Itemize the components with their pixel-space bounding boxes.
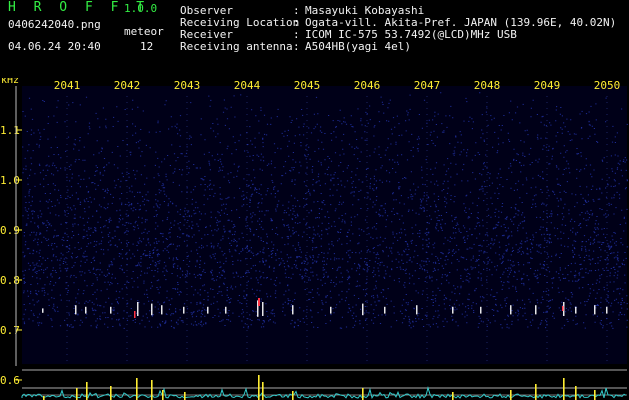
meteor-echo [225, 306, 227, 314]
meteor-count: 12 [140, 40, 154, 53]
level-bar [258, 375, 260, 400]
meteor-echo [151, 303, 153, 316]
x-tick-label: 2046 [354, 79, 381, 92]
level-bar [594, 390, 596, 400]
y-tick-label: 0.6 [0, 374, 20, 387]
meteor-echo [510, 305, 512, 315]
meteor-echo [452, 306, 454, 314]
level-bar [43, 396, 45, 400]
strong-echo [562, 306, 564, 311]
level-bar [535, 384, 537, 400]
x-tick-label: 2042 [114, 79, 141, 92]
spectrogram-chart: 2041 2042 2043 2044 2045 2046 2047 2048 2049 2050… [0, 78, 629, 400]
level-bar [136, 378, 138, 400]
y-tick-label: 1.1 [0, 124, 20, 137]
meteor-echo [330, 306, 332, 314]
level-bar [110, 386, 112, 400]
meteor-echo [161, 305, 163, 315]
meteor-echo [75, 305, 77, 315]
file-name: 0406242040.png [8, 18, 101, 31]
meteor-echo [606, 306, 608, 314]
x-tick-label: 2047 [414, 79, 441, 92]
strong-echo [258, 298, 260, 306]
meteor-echo [262, 302, 264, 316]
datetime: 04.06.24 20:40 [8, 40, 101, 53]
x-tick-label: 2045 [294, 79, 321, 92]
meteor-echo [575, 306, 577, 314]
level-bar [510, 390, 512, 400]
x-tick-label: 2048 [474, 79, 501, 92]
meteor-echo [183, 306, 185, 314]
antenna-label: Receiving antenna [180, 40, 293, 53]
level-bar [162, 390, 164, 400]
level-bar [262, 382, 264, 400]
antenna-colon: : [293, 40, 300, 53]
x-tick-label: 2041 [54, 79, 81, 92]
y-axis-label: kHz [1, 78, 19, 86]
app-version: 1.0.0 [124, 2, 158, 15]
antenna-value: A504HB(yagi 4el) [305, 40, 411, 53]
meteor-echo [207, 306, 209, 314]
level-bar [362, 388, 364, 400]
meteor-echo [292, 305, 294, 315]
y-tick-label: 0.9 [0, 224, 20, 237]
y-tick-label: 1.0 [0, 174, 20, 187]
meteor-echo [416, 305, 418, 315]
x-tick-label: 2049 [534, 79, 561, 92]
level-bar [76, 388, 78, 400]
spectrogram-panel: 2041 2042 2043 2044 2045 2046 2047 2048 2049 2050… [0, 78, 629, 400]
x-tick-label: 2044 [234, 79, 261, 92]
x-tick-label: 2043 [174, 79, 201, 92]
meteor-echo [137, 302, 139, 316]
strong-echo [134, 311, 136, 318]
level-bar [184, 392, 186, 400]
level-bar [575, 386, 577, 400]
level-bar [151, 380, 153, 400]
spectrogram-area [22, 86, 627, 364]
meteor-echo [110, 306, 112, 314]
header-panel: H R O F F T 1.0.0 0406242040.png meteor … [0, 0, 629, 78]
level-bar [563, 378, 565, 400]
level-bar [86, 382, 88, 400]
meteor-echo [594, 305, 596, 315]
level-bar [452, 392, 454, 400]
y-tick-label: 0.8 [0, 274, 20, 287]
meteor-echo [42, 308, 44, 313]
meteor-echo [535, 305, 537, 315]
meteor-echo [85, 306, 87, 314]
level-bar [292, 391, 294, 400]
meteor-echo [480, 306, 482, 314]
meteor-label: meteor [124, 25, 164, 38]
y-tick-label: 0.7 [0, 324, 20, 337]
x-tick-label: 2050 [594, 79, 621, 92]
meteor-echo [384, 306, 386, 314]
meteor-echo [362, 303, 364, 316]
